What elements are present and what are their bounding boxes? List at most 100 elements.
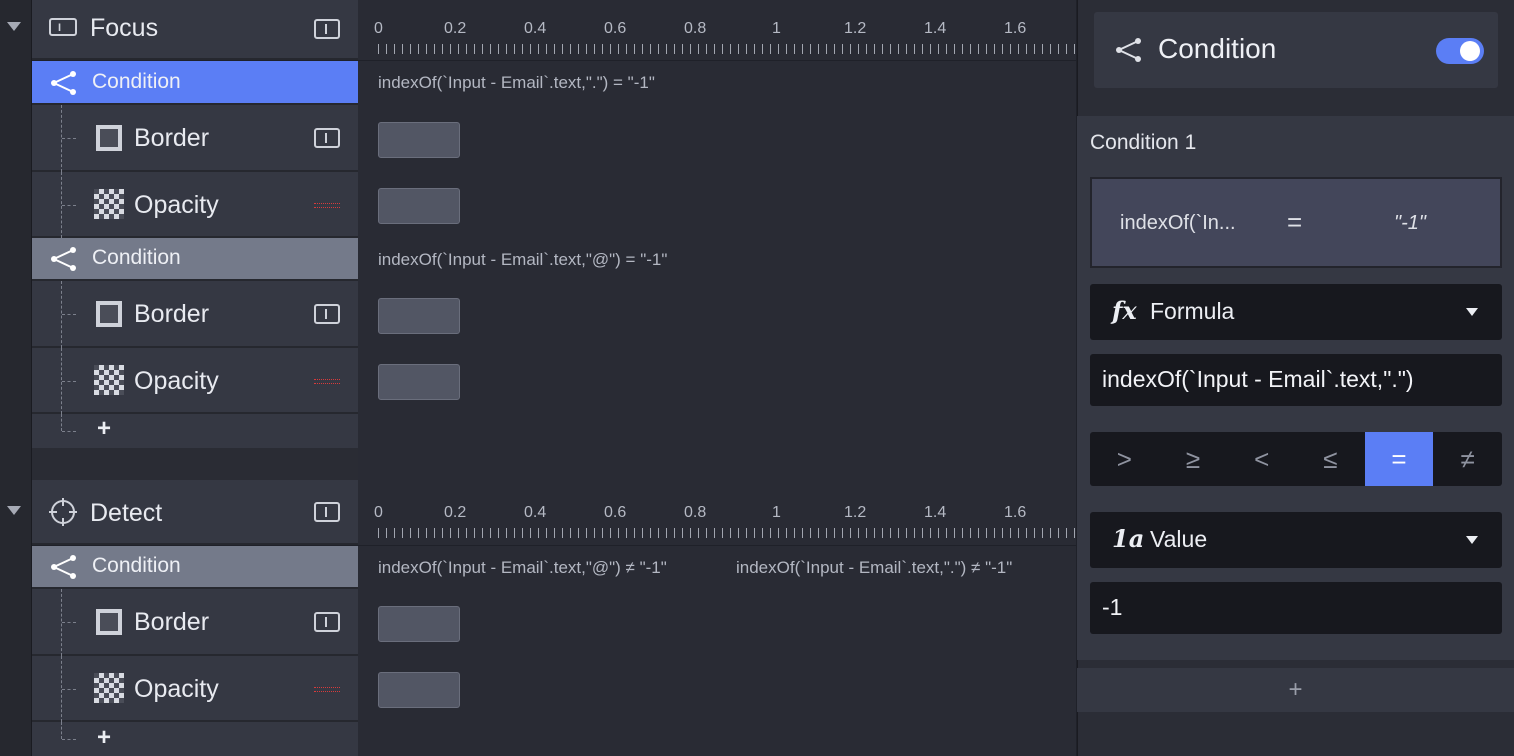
opacity-indicator-icon: [314, 203, 340, 208]
condition-toggle[interactable]: [1436, 38, 1484, 64]
keyframe-block[interactable]: [378, 364, 460, 400]
operator-gte[interactable]: ≥: [1159, 432, 1228, 486]
section-label-text: Condition: [1090, 131, 1179, 154]
condition-label: Condition: [92, 70, 181, 93]
collapse-arrow-icon[interactable]: [7, 506, 21, 515]
operator-neq[interactable]: ≠: [1433, 432, 1502, 486]
group-title: Focus: [90, 14, 159, 42]
timeline-track[interactable]: [358, 281, 1076, 348]
keyframe-block[interactable]: [378, 188, 460, 224]
keyframe-block[interactable]: [378, 122, 460, 158]
add-button[interactable]: +: [97, 415, 111, 443]
tree-line: [61, 414, 62, 431]
inspector-title: Condition: [1158, 33, 1277, 64]
operator-eq[interactable]: =: [1364, 432, 1434, 486]
keyframe-block[interactable]: [378, 298, 460, 334]
operator-lt[interactable]: <: [1227, 432, 1296, 486]
timeline-track[interactable]: indexOf(`Input - Email`.text,"@") ≠ "-1"…: [358, 546, 1076, 589]
value-text: -1: [1102, 594, 1123, 620]
tree-line: [62, 314, 76, 315]
timeline-track[interactable]: [358, 172, 1076, 238]
branch-icon: [51, 71, 76, 95]
tree-line: [62, 739, 76, 740]
group-header-focus[interactable]: I Focus: [32, 0, 358, 60]
formula-input[interactable]: indexOf(`Input - Email`.text,"."): [1090, 354, 1502, 406]
ruler-ticks: [378, 44, 1076, 54]
property-row-border[interactable]: Border: [32, 105, 358, 172]
border-icon: [96, 125, 122, 151]
summary-right: "-1": [1394, 212, 1426, 234]
branch-icon: [1116, 38, 1141, 62]
summary-left: indexOf(`In...: [1120, 212, 1236, 234]
timeline-ruler[interactable]: 0 0.2 0.4 0.6 0.8 1 1.2 1.4 1.6: [358, 0, 1076, 60]
tick-label: 1.2: [844, 20, 867, 37]
property-row-opacity[interactable]: Opacity: [32, 172, 358, 238]
condition-row[interactable]: Condition: [32, 546, 358, 589]
condition-row[interactable]: Condition: [32, 238, 358, 281]
text-badge-icon[interactable]: [314, 502, 340, 522]
toggle-knob: [1460, 41, 1480, 61]
border-icon: [96, 609, 122, 635]
text-badge-icon[interactable]: [314, 304, 340, 324]
tick-label: 1: [772, 20, 781, 37]
formula-type-select[interactable]: fx Formula: [1090, 284, 1502, 340]
tick-label: 1.2: [844, 504, 867, 521]
left-gutter: [0, 0, 32, 756]
timeline-track[interactable]: indexOf(`Input - Email`.text,".") = "-1": [358, 61, 1076, 105]
add-condition-label: +: [1288, 676, 1303, 703]
timeline-track[interactable]: [358, 348, 1076, 414]
property-row-opacity[interactable]: Opacity: [32, 348, 358, 414]
property-row-border[interactable]: Border: [32, 281, 358, 348]
timeline-track[interactable]: [358, 656, 1076, 722]
checker-icon: [94, 673, 124, 703]
condition-expression[interactable]: indexOf(`Input - Email`.text,"@") ≠ "-1": [378, 558, 667, 578]
formula-type-label: Formula: [1150, 298, 1235, 324]
crosshair-icon: [49, 498, 77, 526]
condition-expression[interactable]: indexOf(`Input - Email`.text,"@") = "-1": [378, 250, 667, 270]
tick-label: 0.4: [524, 20, 547, 37]
keyframe-block[interactable]: [378, 606, 460, 642]
condition-row[interactable]: Condition: [32, 61, 358, 105]
text-badge-icon[interactable]: [314, 612, 340, 632]
group-title: Detect: [90, 499, 163, 527]
value-input[interactable]: -1: [1090, 582, 1502, 634]
add-condition-button[interactable]: +: [1077, 668, 1514, 712]
timeline-track: [358, 722, 1076, 756]
condition-expression[interactable]: indexOf(`Input - Email`.text,".") = "-1": [378, 73, 655, 93]
timeline-ruler[interactable]: 0 0.2 0.4 0.6 0.8 1 1.2 1.4 1.6: [358, 480, 1076, 545]
text-badge-icon[interactable]: [314, 19, 340, 39]
tick-label: 0: [374, 504, 383, 521]
condition-summary[interactable]: indexOf(`In... = "-1": [1090, 177, 1502, 268]
group-header-detect[interactable]: Detect: [32, 480, 358, 545]
chevron-down-icon: [1466, 536, 1478, 544]
operator-selector[interactable]: > ≥ < ≤ = ≠: [1090, 432, 1502, 486]
add-button[interactable]: +: [97, 724, 111, 752]
add-row[interactable]: +: [32, 722, 358, 756]
add-row[interactable]: +: [32, 414, 358, 448]
operator-lte[interactable]: ≤: [1296, 432, 1365, 486]
tick-label: 0.6: [604, 504, 627, 521]
tick-label: 0.2: [444, 504, 467, 521]
text-cursor-icon: I: [49, 18, 77, 36]
value-type-icon: 1a: [1112, 524, 1145, 553]
property-label: Opacity: [134, 675, 219, 703]
condition-expression[interactable]: indexOf(`Input - Email`.text,".") ≠ "-1": [736, 558, 1012, 578]
checker-icon: [94, 365, 124, 395]
timeline-track[interactable]: [358, 105, 1076, 172]
tick-label: 1.4: [924, 20, 947, 37]
property-label: Border: [134, 300, 210, 328]
property-row-opacity[interactable]: Opacity: [32, 656, 358, 722]
collapse-arrow-icon[interactable]: [7, 22, 21, 31]
tick-label: 1: [772, 504, 781, 521]
timeline-track[interactable]: [358, 589, 1076, 656]
value-type-select[interactable]: 1a Value: [1090, 512, 1502, 568]
property-row-border[interactable]: Border: [32, 589, 358, 656]
text-badge-icon[interactable]: [314, 128, 340, 148]
timeline-track[interactable]: indexOf(`Input - Email`.text,"@") = "-1": [358, 238, 1076, 281]
operator-gt[interactable]: >: [1090, 432, 1159, 486]
branch-icon: [51, 555, 76, 579]
formula-text: indexOf(`Input - Email`.text,"."): [1102, 366, 1414, 392]
keyframe-block[interactable]: [378, 672, 460, 708]
tick-label: 1.4: [924, 504, 947, 521]
tick-label: 0.6: [604, 20, 627, 37]
